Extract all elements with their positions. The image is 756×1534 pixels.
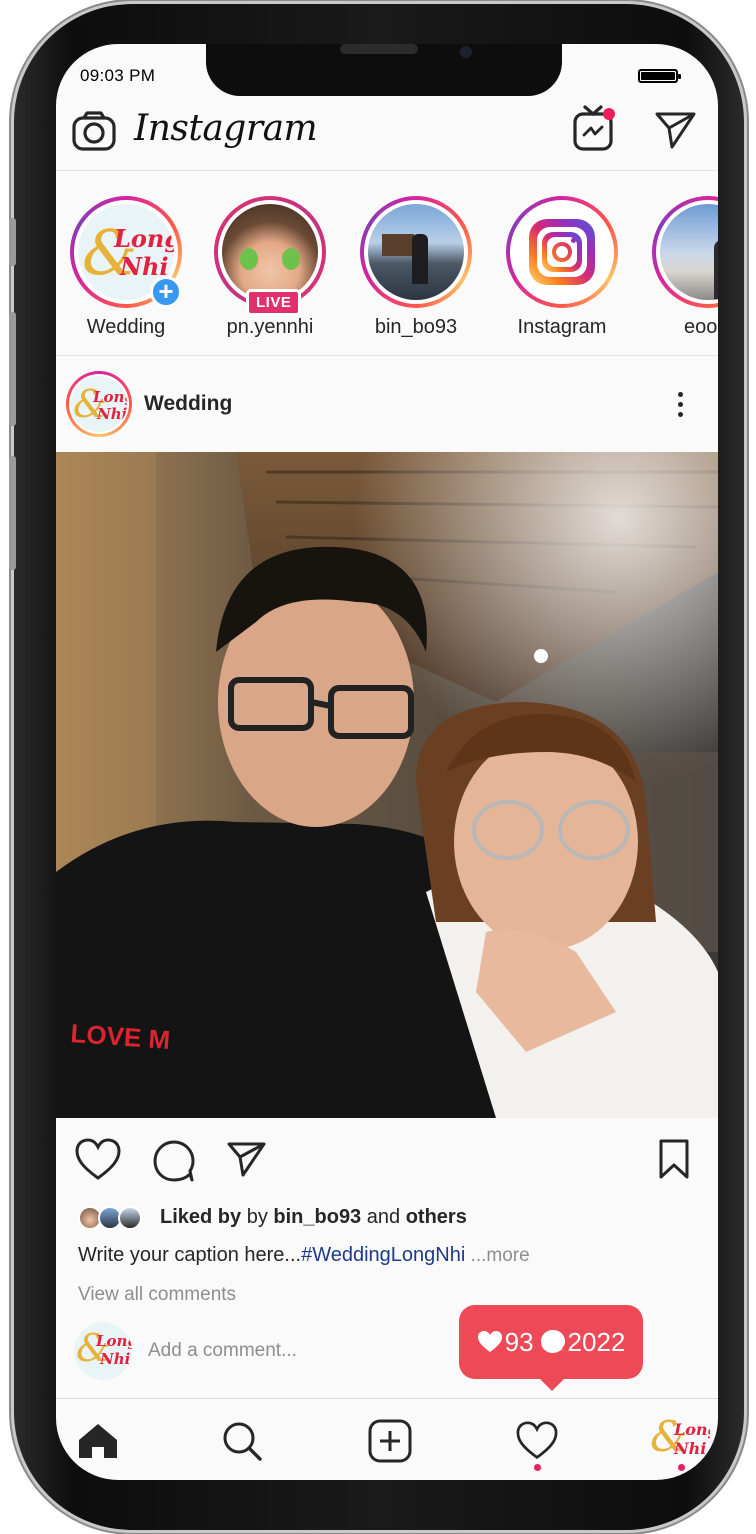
hashtag-link[interactable]: #WeddingLongNhi bbox=[301, 1244, 465, 1266]
status-time: 09:03 PM bbox=[80, 66, 156, 85]
share-icon[interactable] bbox=[226, 1140, 268, 1178]
wedding-logo: & Long Nhi bbox=[650, 1414, 710, 1461]
tv-icon[interactable] bbox=[572, 104, 618, 152]
add-story-icon[interactable]: + bbox=[150, 276, 182, 308]
liked-by-text[interactable]: Liked by by bin_bo93 and others bbox=[160, 1206, 467, 1229]
volume-up-button bbox=[9, 312, 16, 426]
post-caption: Write your caption here...#WeddingLongNh… bbox=[78, 1244, 530, 1266]
battery-icon bbox=[638, 69, 681, 83]
commenter-avatar: & Long Nhi bbox=[74, 1322, 132, 1380]
comment-icon[interactable] bbox=[152, 1140, 196, 1182]
instagram-logo-text: Instagram bbox=[134, 108, 318, 149]
mute-switch bbox=[9, 218, 16, 266]
paper-plane-icon[interactable] bbox=[654, 110, 698, 150]
post-author-avatar[interactable]: & Long Nhi bbox=[66, 371, 132, 437]
heart-filled-icon bbox=[477, 1331, 502, 1352]
profile-avatar[interactable]: & Long Nhi bbox=[650, 1414, 710, 1468]
home-icon[interactable] bbox=[77, 1422, 119, 1460]
story-item[interactable]: eoo bbox=[648, 196, 718, 339]
more-link[interactable]: ...more bbox=[465, 1245, 530, 1266]
story-username: pn.yennhi bbox=[226, 316, 314, 338]
post-photo[interactable]: LOVE M bbox=[56, 452, 718, 1118]
likes-count: 93 bbox=[504, 1326, 534, 1357]
more-options-icon[interactable] bbox=[676, 392, 684, 418]
story-item[interactable]: Instagram bbox=[502, 196, 622, 339]
story-username: Wedding bbox=[86, 316, 166, 338]
activity-dot bbox=[534, 1464, 541, 1471]
story-item[interactable]: bin_bo93 bbox=[356, 196, 476, 339]
wedding-logo: & Long Nhi bbox=[71, 376, 127, 432]
volume-down-button bbox=[9, 456, 16, 570]
story-avatar bbox=[660, 204, 718, 300]
profile-dot bbox=[678, 1464, 685, 1471]
header-divider bbox=[56, 170, 718, 171]
live-badge: LIVE bbox=[246, 289, 302, 316]
story-username: bin_bo93 bbox=[374, 316, 458, 338]
comments-count: 2022 bbox=[567, 1326, 626, 1357]
story-avatar bbox=[368, 204, 464, 300]
instagram-logo bbox=[514, 204, 610, 300]
like-heart-icon[interactable] bbox=[74, 1138, 122, 1182]
post-photo-illustration: LOVE M bbox=[56, 452, 718, 1118]
story-own[interactable]: & Long Nhi + Wedding bbox=[66, 196, 186, 339]
speaker bbox=[340, 44, 418, 54]
add-post-icon[interactable] bbox=[368, 1419, 412, 1463]
comment-filled-icon bbox=[540, 1330, 565, 1354]
front-camera bbox=[460, 46, 472, 58]
story-avatar bbox=[222, 204, 318, 300]
story-live[interactable]: LIVE pn.yennhi bbox=[210, 196, 330, 339]
add-comment-input[interactable]: Add a comment... bbox=[148, 1340, 297, 1362]
search-icon[interactable] bbox=[221, 1420, 263, 1462]
bottom-nav-divider bbox=[56, 1398, 718, 1399]
post-author-name[interactable]: Wedding bbox=[144, 392, 232, 416]
view-all-comments-link[interactable]: View all comments bbox=[78, 1284, 236, 1306]
story-username: Instagram bbox=[517, 316, 607, 338]
story-username: eoo bbox=[684, 316, 718, 338]
wedding-logo: & Long Nhi bbox=[74, 1322, 132, 1380]
liker-avatar bbox=[118, 1206, 142, 1230]
camera-icon[interactable] bbox=[72, 110, 116, 152]
stories-divider bbox=[56, 355, 718, 356]
activity-notification-bubble[interactable]: 93 2022 bbox=[459, 1305, 643, 1391]
activity-heart-icon[interactable] bbox=[515, 1421, 559, 1461]
bookmark-icon[interactable] bbox=[658, 1138, 690, 1180]
